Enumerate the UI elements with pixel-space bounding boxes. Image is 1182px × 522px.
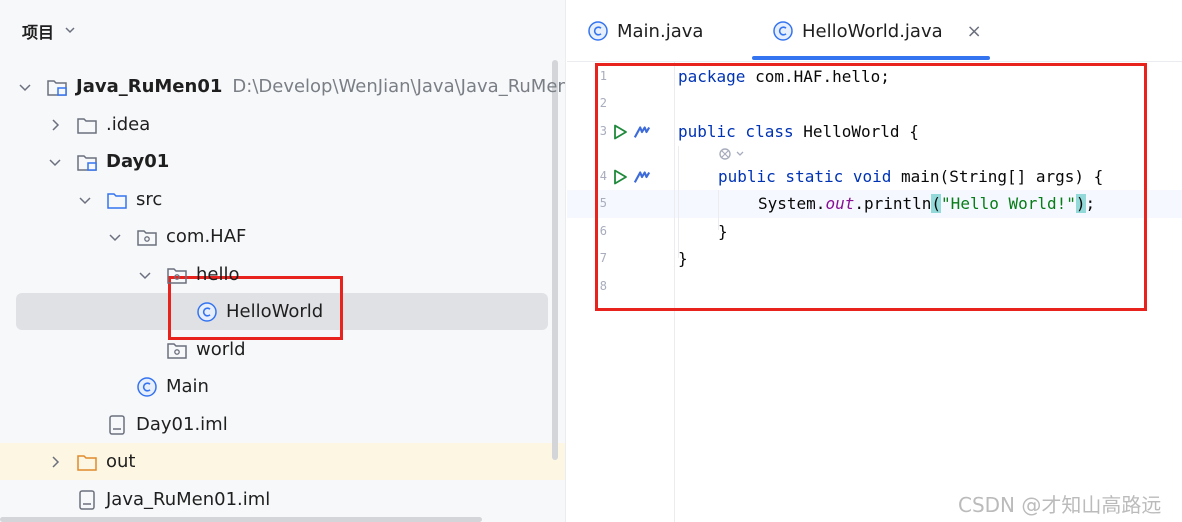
- java-class-icon: [196, 301, 218, 323]
- package-icon: [166, 264, 188, 286]
- chevron-down-icon[interactable]: [48, 155, 62, 169]
- module-folder-icon: [76, 151, 98, 173]
- tree-item-label: world: [196, 339, 246, 360]
- tree-item-label: src: [136, 189, 163, 210]
- folder-icon: [76, 114, 98, 136]
- chevron-down-icon[interactable]: [108, 230, 122, 244]
- chevron-right-icon[interactable]: [48, 118, 62, 132]
- source-folder-icon: [106, 189, 128, 211]
- chevron-right-icon[interactable]: [48, 455, 62, 469]
- chevron-down-icon[interactable]: [78, 193, 92, 207]
- watermark: CSDN @才知山高路远: [958, 493, 1162, 517]
- panel-header[interactable]: 项目: [22, 18, 76, 44]
- tree-item-label: hello: [196, 264, 240, 285]
- tree-item-label: com.HAF: [166, 226, 247, 247]
- project-panel: 项目 Java_RuMen01 D:\Develop\WenJian\Java\…: [0, 0, 566, 522]
- close-icon[interactable]: ×: [967, 21, 982, 42]
- java-class-icon: [772, 20, 794, 42]
- tree-item-main[interactable]: Main: [0, 368, 550, 405]
- tree-item-idea[interactable]: .idea: [0, 106, 550, 143]
- chevron-down-icon[interactable]: [138, 268, 152, 282]
- tree-item-day01[interactable]: Day01: [0, 143, 550, 180]
- iml-file-icon: [76, 489, 98, 511]
- tree-item-project-root[interactable]: Java_RuMen01 D:\Develop\WenJian\Java\Jav…: [0, 68, 565, 105]
- annotation-box-code: [595, 63, 1147, 311]
- tree-item-project-iml[interactable]: Java_RuMen01.iml: [0, 481, 550, 518]
- panel-title: 项目: [22, 23, 55, 42]
- tree-item-label: Java_RuMen01.iml: [106, 489, 271, 510]
- vertical-scrollbar[interactable]: [552, 60, 558, 460]
- package-icon: [136, 226, 158, 248]
- chevron-down-icon[interactable]: [64, 24, 76, 39]
- tree-item-day01-iml[interactable]: Day01.iml: [0, 406, 550, 443]
- tree-item-label: Java_RuMen01: [76, 76, 223, 97]
- tree-item-label: out: [106, 451, 136, 472]
- active-tab-indicator: [752, 56, 990, 60]
- tab-label: HelloWorld.java: [802, 20, 943, 42]
- tree-item-label: Day01.iml: [136, 414, 228, 435]
- chevron-down-icon[interactable]: [18, 80, 32, 94]
- tree-item-com-haf[interactable]: com.HAF: [0, 218, 550, 255]
- tree-item-label: .idea: [106, 114, 151, 135]
- tree-item-label: HelloWorld: [226, 301, 324, 322]
- excluded-folder-icon: [76, 451, 98, 473]
- tree-item-label: Day01: [106, 151, 170, 172]
- java-class-icon: [587, 20, 609, 42]
- project-path: D:\Develop\WenJian\Java\Java_RuMen01: [232, 76, 566, 97]
- tab-helloworld-java[interactable]: HelloWorld.java ×: [772, 14, 982, 48]
- iml-file-icon: [106, 414, 128, 436]
- tree-item-src[interactable]: src: [0, 181, 550, 218]
- package-icon: [166, 339, 188, 361]
- tree-item-label: Main: [166, 376, 209, 397]
- tree-item-out[interactable]: out: [0, 443, 565, 480]
- tab-main-java[interactable]: Main.java: [587, 14, 703, 48]
- tab-label: Main.java: [617, 20, 704, 42]
- java-class-icon: [136, 376, 158, 398]
- module-folder-icon: [46, 76, 68, 98]
- horizontal-scrollbar[interactable]: [0, 517, 482, 522]
- editor-tab-bar: Main.java HelloWorld.java ×: [567, 0, 1182, 62]
